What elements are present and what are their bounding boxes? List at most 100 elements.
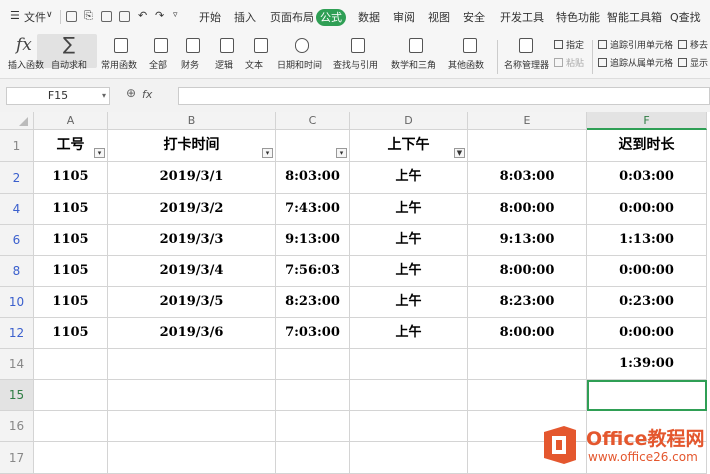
text-button[interactable]: 文本 (243, 34, 277, 79)
tab-special-features[interactable]: 特色功能 (556, 9, 600, 25)
cell-c16[interactable] (276, 411, 350, 442)
tab-smart-toolbox[interactable]: 智能工具箱 (607, 9, 662, 25)
tab-start[interactable]: 开始 (199, 9, 221, 25)
math-trig-button[interactable]: 数学和三角 (391, 34, 441, 79)
cell-a15[interactable] (34, 380, 108, 411)
logic-button[interactable]: 逻辑 (209, 34, 243, 79)
column-header-c[interactable]: C (276, 112, 350, 130)
header-cell-b[interactable]: 打卡时间 ▾ (108, 130, 276, 162)
filter-dropdown-icon[interactable]: ▾ (94, 148, 105, 158)
cell-a16[interactable] (34, 411, 108, 442)
header-cell-f[interactable]: 迟到时长 (587, 130, 707, 162)
save-icon[interactable] (66, 11, 77, 22)
cell-f14[interactable]: 1:39:00 (587, 349, 707, 380)
row-header-4[interactable]: 4 (0, 194, 34, 225)
cell-e14[interactable] (468, 349, 587, 380)
row-header-2[interactable]: 2 (0, 162, 34, 194)
cell-c2[interactable]: 8:03:00 (276, 162, 350, 194)
tab-view[interactable]: 视图 (428, 9, 450, 25)
name-box[interactable]: F15 ▾ (6, 87, 110, 105)
cell-d16[interactable] (350, 411, 468, 442)
filter-dropdown-icon[interactable]: ▾ (336, 148, 347, 158)
cell-b16[interactable] (108, 411, 276, 442)
cell-e4[interactable]: 8:00:00 (468, 194, 587, 225)
cell-d14[interactable] (350, 349, 468, 380)
common-functions-button[interactable]: 常用函数 (97, 34, 143, 79)
remove-arrows-button[interactable]: 移去 (678, 38, 708, 51)
tab-data[interactable]: 数据 (358, 9, 380, 25)
column-header-f[interactable]: F (587, 112, 707, 130)
row-header-14[interactable]: 14 (0, 349, 34, 380)
print-preview-icon[interactable] (119, 11, 130, 22)
menu-icon[interactable]: ☰ (10, 9, 20, 22)
row-header-8[interactable]: 8 (0, 256, 34, 287)
filter-dropdown-icon[interactable]: ▾ (262, 148, 273, 158)
cell-b14[interactable] (108, 349, 276, 380)
specify-button[interactable]: 指定 (554, 38, 584, 51)
row-header-17[interactable]: 17 (0, 442, 34, 474)
cell-d8[interactable]: 上午 (350, 256, 468, 287)
tab-insert[interactable]: 插入 (234, 9, 256, 25)
cell-d17[interactable] (350, 442, 468, 474)
cell-d12[interactable]: 上午 (350, 318, 468, 349)
cell-a10[interactable]: 1105 (34, 287, 108, 318)
cell-e15[interactable] (468, 380, 587, 411)
cell-c12[interactable]: 7:03:00 (276, 318, 350, 349)
cell-f6[interactable]: 1:13:00 (587, 225, 707, 256)
name-manager-button[interactable]: 名称管理器 (501, 34, 551, 79)
cell-c15[interactable] (276, 380, 350, 411)
cell-d10[interactable]: 上午 (350, 287, 468, 318)
paste-button[interactable]: 粘贴 (554, 56, 584, 69)
row-header-12[interactable]: 12 (0, 318, 34, 349)
cell-b8[interactable]: 2019/3/4 (108, 256, 276, 287)
insert-function-button[interactable]: fx 插入函数 (4, 34, 44, 79)
row-header-16[interactable]: 16 (0, 411, 34, 442)
cell-a6[interactable]: 1105 (34, 225, 108, 256)
cell-a4[interactable]: 1105 (34, 194, 108, 225)
cell-f2[interactable]: 0:03:00 (587, 162, 707, 194)
cell-a14[interactable] (34, 349, 108, 380)
cell-e2[interactable]: 8:03:00 (468, 162, 587, 194)
cell-c14[interactable] (276, 349, 350, 380)
cell-d6[interactable]: 上午 (350, 225, 468, 256)
cell-a8[interactable]: 1105 (34, 256, 108, 287)
row-header-10[interactable]: 10 (0, 287, 34, 318)
cell-e12[interactable]: 8:00:00 (468, 318, 587, 349)
undo-icon[interactable]: ↶ (138, 9, 147, 22)
tab-review[interactable]: 审阅 (393, 9, 415, 25)
cell-c10[interactable]: 8:23:00 (276, 287, 350, 318)
lookup-reference-button[interactable]: 查找与引用 (333, 34, 383, 79)
all-functions-button[interactable]: 全部 (143, 34, 175, 79)
tab-page-layout[interactable]: 页面布局 (270, 9, 314, 25)
row-header-1[interactable]: 1 (0, 130, 34, 162)
select-all-corner[interactable] (0, 112, 34, 130)
column-header-b[interactable]: B (108, 112, 276, 130)
formula-input[interactable] (178, 87, 710, 105)
column-header-e[interactable]: E (468, 112, 587, 130)
header-cell-d[interactable]: 上下午 ▼ (350, 130, 468, 162)
share-icon[interactable]: ⎘ (84, 9, 93, 23)
cell-b12[interactable]: 2019/3/6 (108, 318, 276, 349)
row-header-15[interactable]: 15 (0, 380, 34, 411)
show-formulas-button[interactable]: 显示 (678, 56, 708, 69)
file-menu[interactable]: 文件 (24, 9, 46, 25)
cell-f8[interactable]: 0:00:00 (587, 256, 707, 287)
cell-e6[interactable]: 9:13:00 (468, 225, 587, 256)
cell-f10[interactable]: 0:23:00 (587, 287, 707, 318)
tab-formulas[interactable]: 公式 (316, 9, 346, 26)
cell-b10[interactable]: 2019/3/5 (108, 287, 276, 318)
cell-d4[interactable]: 上午 (350, 194, 468, 225)
row-header-6[interactable]: 6 (0, 225, 34, 256)
cell-f4[interactable]: 0:00:00 (587, 194, 707, 225)
cell-b15[interactable] (108, 380, 276, 411)
cell-a12[interactable]: 1105 (34, 318, 108, 349)
search-button[interactable]: Q查找 (670, 9, 701, 25)
other-functions-button[interactable]: 其他函数 (447, 34, 493, 79)
trace-dependents-button[interactable]: 追踪从属单元格 (598, 56, 673, 69)
column-header-d[interactable]: D (350, 112, 468, 130)
tab-developer[interactable]: 开发工具 (500, 9, 544, 25)
cell-b4[interactable]: 2019/3/2 (108, 194, 276, 225)
cell-c17[interactable] (276, 442, 350, 474)
tab-security[interactable]: 安全 (463, 9, 485, 25)
fx-icon[interactable]: fx (142, 88, 152, 101)
